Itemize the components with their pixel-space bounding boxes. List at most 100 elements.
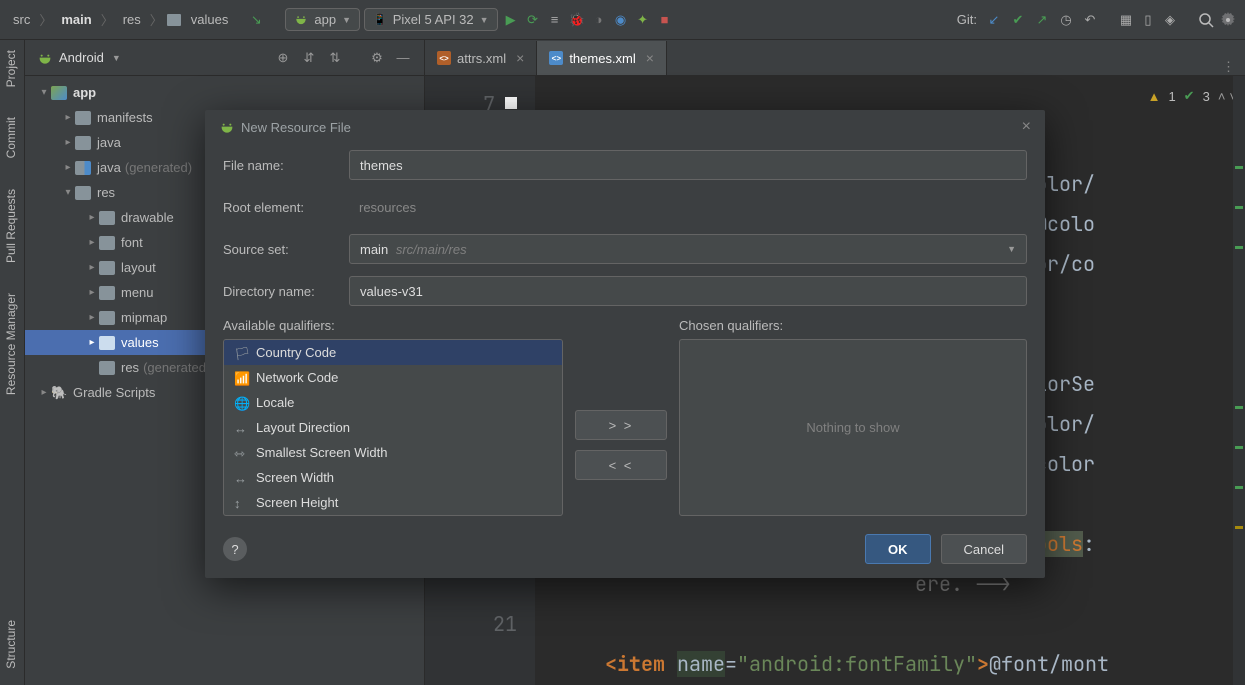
- tool-structure[interactable]: Structure: [0, 610, 22, 679]
- git-history-icon[interactable]: ◷: [1057, 11, 1075, 29]
- project-scope[interactable]: Android: [59, 50, 104, 65]
- hide-panel-icon[interactable]: —: [394, 49, 412, 67]
- checkmark-icon: ✔: [1184, 88, 1195, 104]
- help-button[interactable]: ?: [223, 537, 247, 561]
- chosen-qualifiers-list[interactable]: Nothing to show: [679, 339, 1027, 516]
- folder-icon: [99, 211, 115, 225]
- prev-highlight-icon[interactable]: ˄: [1218, 89, 1226, 104]
- git-revert-icon[interactable]: ↶: [1081, 11, 1099, 29]
- folder-icon: [99, 311, 115, 325]
- tool-resource-manager[interactable]: Resource Manager: [0, 283, 22, 405]
- select-opened-icon[interactable]: ⊕: [274, 49, 292, 67]
- editor-tabs: <> attrs.xml × <> themes.xml × ⋮: [425, 40, 1245, 76]
- directory-name-input[interactable]: values-v31: [349, 276, 1027, 306]
- device-selector[interactable]: 📱 Pixel 5 API 32 ▼: [364, 8, 498, 31]
- inspection-widget[interactable]: ▲ 1 ✔ 3 ˄˅: [1148, 88, 1237, 104]
- qualifier-network-code[interactable]: 📶Network Code: [224, 365, 562, 390]
- folder-icon: [99, 336, 115, 350]
- coverage-icon[interactable]: ◑: [590, 11, 608, 29]
- module-icon: [51, 86, 67, 100]
- android-icon: [294, 13, 308, 27]
- tool-pull-requests[interactable]: Pull Requests: [0, 179, 22, 273]
- android-icon: [37, 51, 51, 65]
- file-name-label: File name:: [223, 158, 349, 173]
- phone-icon: 📱: [373, 13, 387, 26]
- folder-icon: [99, 361, 115, 375]
- device-manager-icon[interactable]: ▯: [1139, 11, 1157, 29]
- remove-qualifier-button[interactable]: < <: [575, 450, 667, 480]
- expand-all-icon[interactable]: ⇵: [300, 49, 318, 67]
- breadcrumb-res[interactable]: res: [118, 9, 146, 30]
- marker-strip[interactable]: [1233, 76, 1245, 685]
- root-element-label: Root element:: [223, 200, 349, 215]
- run-button[interactable]: ▶: [502, 11, 520, 29]
- close-icon[interactable]: ×: [646, 50, 654, 66]
- cancel-button[interactable]: Cancel: [941, 534, 1027, 564]
- close-icon[interactable]: ×: [516, 50, 524, 66]
- git-push-icon[interactable]: ↗: [1033, 11, 1051, 29]
- tool-project[interactable]: Project: [0, 40, 22, 97]
- git-label: Git:: [957, 12, 977, 27]
- file-name-input[interactable]: themes: [349, 150, 1027, 180]
- android-icon: [219, 120, 233, 134]
- qualifier-country-code[interactable]: 🏳Country Code: [224, 340, 562, 365]
- available-qualifiers-list[interactable]: 🏳Country Code 📶Network Code 🌐Locale ↔Lay…: [223, 339, 563, 516]
- apply-changes-button[interactable]: ⟳: [524, 11, 542, 29]
- folder-icon: [167, 14, 181, 26]
- attach-debugger-icon[interactable]: ≡: [546, 11, 564, 29]
- ok-button[interactable]: OK: [865, 534, 931, 564]
- git-pull-icon[interactable]: ↙: [985, 11, 1003, 29]
- tool-commit[interactable]: Commit: [0, 107, 22, 168]
- source-set-select[interactable]: main src/main/res ▼: [349, 234, 1027, 264]
- directory-name-label: Directory name:: [223, 284, 349, 299]
- debug-button[interactable]: 🐞: [568, 11, 586, 29]
- folder-icon: [75, 161, 91, 175]
- profiler-icon[interactable]: ◉: [612, 11, 630, 29]
- tab-themes[interactable]: <> themes.xml ×: [537, 41, 667, 75]
- xml-icon: <>: [549, 51, 563, 65]
- avd-manager-icon[interactable]: ▦: [1117, 11, 1135, 29]
- run-config-label: app: [314, 12, 336, 27]
- folder-icon: [75, 136, 91, 150]
- breadcrumb-values[interactable]: values: [186, 9, 234, 30]
- tree-app[interactable]: ▾ app: [25, 80, 424, 105]
- stop-button[interactable]: ■: [656, 11, 674, 29]
- app-inspection-icon[interactable]: ✦: [634, 11, 652, 29]
- xml-icon: <>: [437, 51, 451, 65]
- run-config-selector[interactable]: app ▼: [285, 8, 360, 31]
- git-commit-icon[interactable]: ✔: [1009, 11, 1027, 29]
- qualifier-smallest-width[interactable]: ⇿Smallest Screen Width: [224, 440, 562, 465]
- collapse-all-icon[interactable]: ⇅: [326, 49, 344, 67]
- qualifier-layout-direction[interactable]: ↔Layout Direction: [224, 415, 562, 440]
- qualifier-locale[interactable]: 🌐Locale: [224, 390, 562, 415]
- gradle-icon: 🐘: [51, 385, 67, 401]
- dropdown-icon: ▼: [1007, 244, 1016, 254]
- new-resource-file-dialog: New Resource File × File name: themes Ro…: [205, 110, 1045, 578]
- dialog-title-text: New Resource File: [241, 120, 351, 135]
- tab-attrs[interactable]: <> attrs.xml ×: [425, 41, 537, 75]
- qualifier-screen-width[interactable]: ↔Screen Width: [224, 465, 562, 490]
- dropdown-icon: ▼: [480, 15, 489, 25]
- sdk-manager-icon[interactable]: ◈: [1161, 11, 1179, 29]
- device-label: Pixel 5 API 32: [393, 12, 474, 27]
- qualifier-screen-height[interactable]: ↕Screen Height: [224, 490, 562, 515]
- dropdown-icon: ▼: [342, 15, 351, 25]
- chosen-qualifiers-label: Chosen qualifiers:: [679, 318, 1027, 333]
- warning-icon: ▲: [1148, 89, 1161, 104]
- sync-icon[interactable]: ↘: [247, 11, 265, 29]
- dropdown-icon[interactable]: ▼: [112, 53, 121, 63]
- breakpoint-icon[interactable]: [505, 97, 517, 109]
- close-icon[interactable]: ×: [1022, 118, 1031, 136]
- breadcrumb-main[interactable]: main: [56, 9, 96, 30]
- folder-icon: [99, 286, 115, 300]
- add-qualifier-button[interactable]: > >: [575, 410, 667, 440]
- tab-menu-icon[interactable]: ⋮: [1212, 59, 1245, 75]
- folder-icon: [99, 236, 115, 250]
- folder-icon: [75, 186, 91, 200]
- search-icon[interactable]: [1197, 11, 1215, 29]
- settings-icon[interactable]: [1219, 11, 1237, 29]
- folder-icon: [75, 111, 91, 125]
- breadcrumb-src[interactable]: src: [8, 9, 35, 30]
- root-element-input[interactable]: resources: [349, 192, 1027, 222]
- panel-settings-icon[interactable]: ⚙: [368, 49, 386, 67]
